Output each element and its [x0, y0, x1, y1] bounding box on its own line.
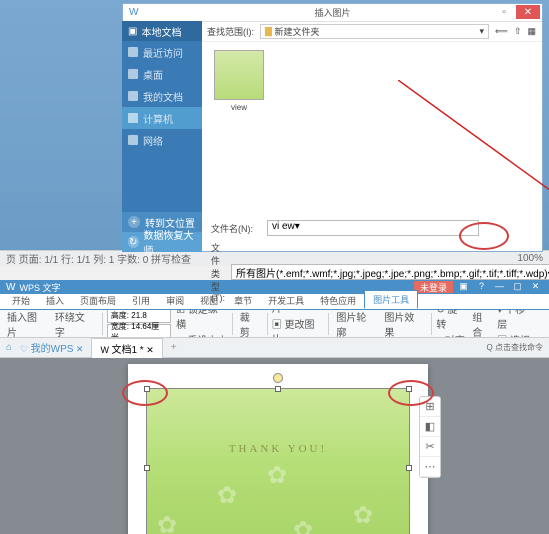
ribbon-toolbar: 插入图片 环绕文字 高度: 21.8 宽度: 14.64厘米 ☑ 锁定纵横 ↺ … — [0, 310, 549, 338]
wrap-text-button[interactable]: 环绕文字 — [52, 312, 98, 336]
filename-label: 文件名(N): — [211, 222, 261, 235]
sidebar-item-desktop[interactable]: 桌面 — [122, 63, 202, 85]
sidebar-header[interactable]: ▣ 本地文档 — [122, 21, 202, 41]
flower-decoration — [293, 516, 319, 534]
screenshot-insert-dialog: ▣ 本地文档 最近访问 桌面 我的文档 计算机 网络 +转到文位置 ↻数据恢复大… — [0, 0, 549, 280]
filetype-label: 文件类型(T): — [211, 241, 225, 303]
width-input[interactable]: 宽度: 14.64厘米 — [107, 324, 171, 338]
resize-handle-l[interactable] — [144, 465, 150, 471]
sidebar-item-computer[interactable]: 计算机 — [122, 107, 202, 129]
outline-button[interactable]: 图片轮廓 — [333, 312, 379, 336]
file-thumbnail[interactable]: view — [211, 50, 267, 112]
crop-button[interactable]: 裁剪 — [237, 312, 263, 336]
computer-icon — [128, 113, 138, 123]
path-label: 查找范围(I): — [207, 25, 254, 38]
tab-references[interactable]: 引用 — [124, 292, 158, 309]
lock-ratio-check[interactable]: ☑ 锁定纵横 — [176, 310, 228, 331]
computer-icon: ▣ — [128, 26, 137, 37]
tab-layout[interactable]: 页面布局 — [72, 292, 124, 309]
floating-toolbar: ⊞ ◧ ✂ ⋯ — [419, 396, 441, 478]
flower-decoration — [217, 481, 243, 507]
folder-icon: ▇ — [265, 26, 272, 37]
layer-down-button[interactable]: ▾ 下移一层 — [497, 310, 545, 331]
dropdown-icon: ▾ — [480, 26, 485, 37]
back-icon[interactable]: ⟸ — [495, 26, 508, 37]
search-commands[interactable]: Q 点击查找命令 — [487, 342, 543, 353]
document-canvas[interactable]: THANK YOU! ⊞ ◧ ✂ ⋯ — [0, 358, 549, 534]
change-pic-button[interactable]: ▣ 更改图片 — [272, 316, 325, 338]
flower-decoration — [157, 511, 183, 534]
dialog-titlebar[interactable]: W 插入图片 ▫ ✕ — [123, 4, 542, 22]
separator — [328, 313, 329, 335]
close-button[interactable]: ✕ — [516, 5, 540, 19]
crop-option-icon[interactable]: ✂ — [420, 437, 440, 457]
compress-button[interactable]: ▣ 压缩图片 — [272, 310, 325, 315]
dropdown-icon: ▾ — [295, 221, 300, 232]
refresh-icon: ↻ — [128, 236, 139, 248]
clock-icon — [128, 47, 138, 57]
annotation-circle-left — [122, 380, 168, 406]
resize-handle-t[interactable] — [275, 386, 281, 392]
home-icon[interactable]: ⌂ — [6, 342, 12, 353]
my-wps-link[interactable]: ♡ 我的WPS ✕ — [20, 340, 83, 355]
more-option-icon[interactable]: ⋯ — [420, 457, 440, 477]
dialog-title: 插入图片 — [314, 6, 350, 19]
network-icon — [128, 135, 138, 145]
effect-button[interactable]: 图片效果 — [381, 312, 427, 336]
flower-decoration — [267, 461, 293, 487]
resize-handle-r[interactable] — [406, 465, 412, 471]
document-tabs: ⌂ ♡ 我的WPS ✕ W 文档1 * ✕ + Q 点击查找命令 — [0, 338, 549, 358]
screenshot-wps-canvas: W WPS 文字 未登录 ▣ ? — ▢ ✕ 开始 插入 页面布局 引用 审阅 … — [0, 280, 549, 534]
annotation-circle — [459, 222, 509, 250]
group-button[interactable]: 组合 — [469, 312, 495, 336]
data-recovery-button[interactable]: ↻数据恢复大师 — [122, 232, 202, 252]
separator — [431, 313, 432, 335]
tab-insert[interactable]: 插入 — [38, 292, 72, 309]
document-tab[interactable]: W 文档1 * ✕ — [91, 338, 162, 358]
selected-image[interactable]: THANK YOU! — [146, 388, 410, 534]
filename-input[interactable]: vi ew▾ — [267, 220, 479, 236]
tab-start[interactable]: 开始 — [4, 292, 38, 309]
path-select[interactable]: ▇ 新建文件夹▾ — [260, 24, 489, 39]
rotate-handle[interactable] — [273, 373, 283, 383]
thumbnail-image — [214, 50, 264, 100]
flower-decoration — [353, 501, 379, 527]
sidebar-item-documents[interactable]: 我的文档 — [122, 85, 202, 107]
rotate-button[interactable]: ↻ 旋转 — [436, 310, 467, 331]
up-icon[interactable]: ⇧ — [514, 26, 522, 37]
wps-logo-icon: W — [129, 7, 138, 18]
folder-icon — [128, 91, 138, 101]
wrap-option-icon[interactable]: ◧ — [420, 417, 440, 437]
view-icon[interactable]: ▦ — [527, 26, 536, 37]
separator — [102, 313, 103, 335]
image-caption: THANK YOU! — [147, 443, 409, 455]
sidebar-header-label: 本地文档 — [141, 24, 181, 39]
sidebar-item-recent[interactable]: 最近访问 — [122, 41, 202, 63]
separator — [267, 313, 268, 335]
wps-logo-icon: W — [6, 282, 15, 293]
filetype-select[interactable]: 所有图片(*.emf;*.wmf;*.jpg;*.jpeg;*.jpe;*.pn… — [231, 264, 549, 280]
separator — [232, 313, 233, 335]
file-list-area[interactable]: view — [203, 42, 542, 214]
thumbnail-label: view — [211, 103, 267, 112]
tab-review[interactable]: 审阅 — [158, 292, 192, 309]
annotation-circle-right — [388, 380, 434, 406]
insert-picture-button[interactable]: 插入图片 — [4, 312, 50, 336]
sidebar-item-network[interactable]: 网络 — [122, 129, 202, 151]
dialog-sidebar: ▣ 本地文档 最近访问 桌面 我的文档 计算机 网络 +转到文位置 ↻数据恢复大… — [122, 21, 202, 252]
desktop-icon — [128, 69, 138, 79]
restore-button[interactable]: ▫ — [494, 5, 514, 19]
new-tab-button[interactable]: + — [171, 342, 177, 353]
plus-icon: + — [128, 216, 140, 228]
